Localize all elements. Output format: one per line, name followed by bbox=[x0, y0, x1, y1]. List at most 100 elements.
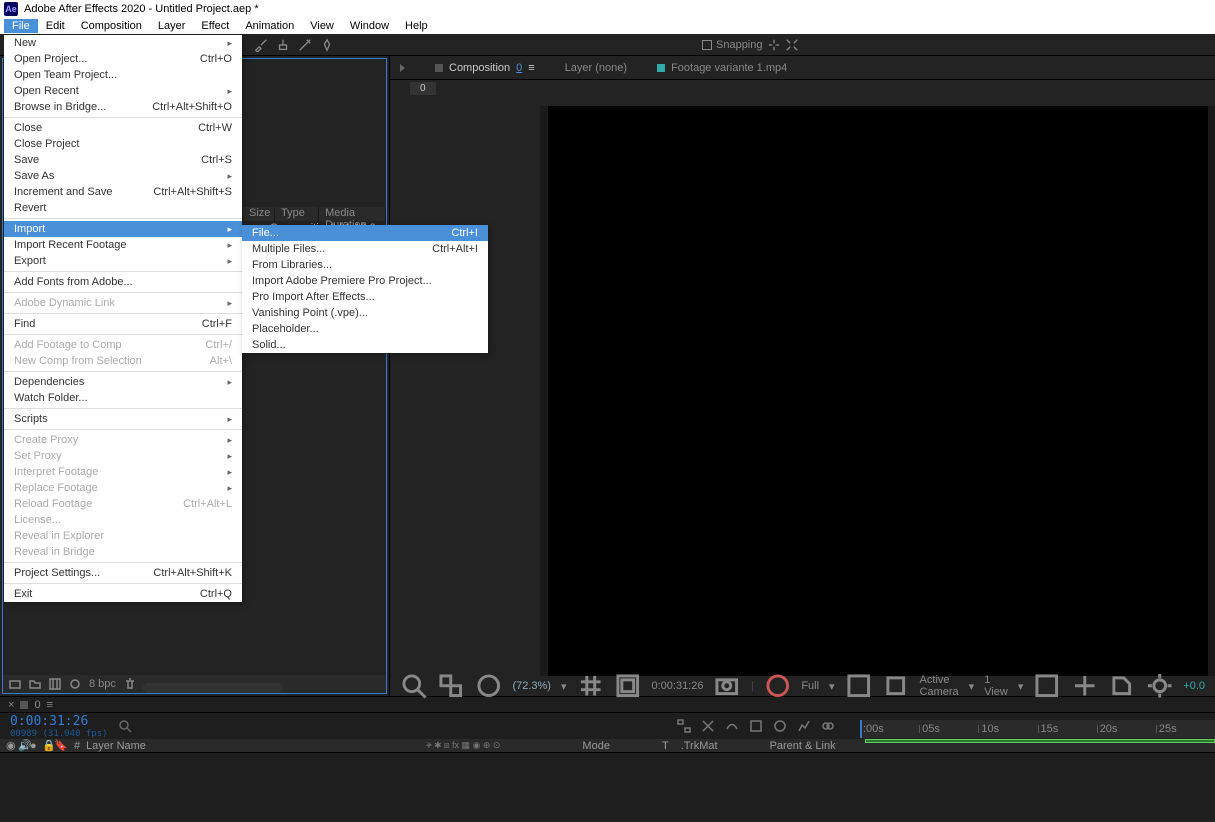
magnify-icon[interactable] bbox=[400, 672, 427, 699]
file-menu-item[interactable]: Export bbox=[4, 253, 242, 269]
file-menu-item[interactable]: Open Team Project... bbox=[4, 67, 242, 83]
menu-effect[interactable]: Effect bbox=[193, 19, 237, 33]
folder-icon[interactable] bbox=[29, 678, 41, 690]
current-time[interactable]: 0:00:31:26 bbox=[10, 714, 108, 729]
tab-menu-icon[interactable]: ≡ bbox=[528, 62, 534, 74]
file-menu-item[interactable]: Close Project bbox=[4, 136, 242, 152]
motion-blur-icon[interactable] bbox=[773, 719, 787, 733]
menu-edit[interactable]: Edit bbox=[38, 19, 73, 33]
timeline-tab[interactable]: 0 bbox=[34, 699, 40, 711]
import-menu-item[interactable]: Placeholder... bbox=[242, 321, 488, 337]
exposure-value[interactable]: +0.0 bbox=[1183, 680, 1205, 692]
snap-expand-icon[interactable] bbox=[785, 38, 799, 52]
exposure-icon[interactable] bbox=[1146, 672, 1173, 699]
file-menu-item[interactable]: Increment and SaveCtrl+Alt+Shift+S bbox=[4, 184, 242, 200]
import-menu-item[interactable]: Solid... bbox=[242, 337, 488, 353]
file-menu-item[interactable]: Dependencies bbox=[4, 374, 242, 390]
file-menu-item[interactable]: Open Project...Ctrl+O bbox=[4, 51, 242, 67]
channel-icon[interactable] bbox=[764, 672, 791, 699]
col-type[interactable]: Type bbox=[275, 207, 319, 221]
stamp-icon[interactable] bbox=[276, 38, 290, 52]
file-menu-item[interactable]: Project Settings...Ctrl+Alt+Shift+K bbox=[4, 565, 242, 581]
snapping-toggle[interactable]: Snapping bbox=[702, 38, 799, 52]
safe-icon[interactable] bbox=[614, 672, 641, 699]
region-icon[interactable] bbox=[882, 672, 909, 699]
import-menu-item[interactable]: From Libraries... bbox=[242, 257, 488, 273]
trash-icon[interactable] bbox=[124, 678, 136, 690]
mask-icon[interactable] bbox=[475, 672, 502, 699]
import-menu-item[interactable]: File...Ctrl+I bbox=[242, 225, 488, 241]
tab-composition[interactable]: Composition 0 ≡ bbox=[435, 62, 535, 74]
file-menu-item[interactable]: Watch Folder... bbox=[4, 390, 242, 406]
col-parent[interactable]: Parent & Link bbox=[764, 740, 842, 752]
scrollbar[interactable] bbox=[143, 683, 283, 693]
solo-col-icon[interactable]: ● bbox=[24, 740, 36, 752]
eye-col-icon[interactable]: ◉ bbox=[0, 739, 12, 752]
menu-help[interactable]: Help bbox=[397, 19, 436, 33]
import-menu-item[interactable]: Pro Import After Effects... bbox=[242, 289, 488, 305]
shy-icon[interactable] bbox=[725, 719, 739, 733]
speaker-col-icon[interactable]: 🔊 bbox=[12, 739, 24, 752]
file-menu-item[interactable]: Import Recent Footage bbox=[4, 237, 242, 253]
draft3d-icon[interactable] bbox=[701, 719, 715, 733]
bpc-label[interactable]: 8 bpc bbox=[89, 678, 116, 690]
work-area-bar[interactable] bbox=[865, 739, 1215, 743]
col-t[interactable]: T bbox=[656, 740, 675, 752]
menu-view[interactable]: View bbox=[302, 19, 342, 33]
fast-icon[interactable] bbox=[1071, 672, 1098, 699]
file-menu-item[interactable]: Open Recent bbox=[4, 83, 242, 99]
menu-composition[interactable]: Composition bbox=[73, 19, 150, 33]
col-size[interactable]: Size bbox=[243, 207, 275, 221]
camera-select[interactable]: Active Camera bbox=[920, 674, 959, 698]
menu-animation[interactable]: Animation bbox=[237, 19, 302, 33]
frame-blend-icon[interactable] bbox=[749, 719, 763, 733]
file-menu-item[interactable]: FindCtrl+F bbox=[4, 316, 242, 332]
file-menu-item[interactable]: Import bbox=[4, 221, 242, 237]
search-icon[interactable] bbox=[118, 719, 132, 733]
wand-icon[interactable] bbox=[298, 38, 312, 52]
grid-icon[interactable] bbox=[577, 672, 604, 699]
file-menu-item[interactable]: CloseCtrl+W bbox=[4, 120, 242, 136]
import-menu-item[interactable]: Multiple Files...Ctrl+Alt+I bbox=[242, 241, 488, 257]
alpha-icon[interactable] bbox=[437, 672, 464, 699]
snapshot-icon[interactable] bbox=[713, 672, 740, 699]
col-duration[interactable]: Media Duration bbox=[319, 207, 386, 221]
view-count[interactable]: 1 View bbox=[984, 674, 1008, 698]
menu-layer[interactable]: Layer bbox=[150, 19, 194, 33]
interpret-icon[interactable] bbox=[9, 678, 21, 690]
file-menu-item[interactable]: Scripts bbox=[4, 411, 242, 427]
tab-menu-icon[interactable]: ≡ bbox=[47, 699, 53, 711]
comp-flowchart-icon[interactable] bbox=[677, 719, 691, 733]
file-menu-item[interactable]: Save As bbox=[4, 168, 242, 184]
resolution-select[interactable]: Full bbox=[801, 680, 819, 692]
graph-icon[interactable] bbox=[797, 719, 811, 733]
file-menu-item[interactable]: Browse in Bridge...Ctrl+Alt+Shift+O bbox=[4, 99, 242, 115]
file-menu-item[interactable]: SaveCtrl+S bbox=[4, 152, 242, 168]
playhead[interactable] bbox=[860, 720, 862, 738]
col-trkmat[interactable]: .TrkMat bbox=[675, 740, 724, 752]
viewer-time[interactable]: 0:00:31:26 bbox=[651, 680, 703, 692]
menu-window[interactable]: Window bbox=[342, 19, 397, 33]
brush-icon[interactable] bbox=[254, 38, 268, 52]
time-ruler[interactable]: :00s 05s 10s 15s 20s 25s bbox=[860, 720, 1215, 738]
breadcrumb-item[interactable]: 0 bbox=[410, 82, 436, 95]
pixel-icon[interactable] bbox=[1033, 672, 1060, 699]
adjust-icon[interactable] bbox=[69, 678, 81, 690]
viewer[interactable] bbox=[540, 106, 1215, 676]
nav-arrow-icon[interactable] bbox=[400, 64, 405, 72]
col-mode[interactable]: Mode bbox=[576, 740, 616, 752]
comp-link[interactable]: 0 bbox=[516, 62, 522, 74]
zoom-pct[interactable]: (72.3%) bbox=[512, 680, 551, 692]
file-menu-item[interactable]: ExitCtrl+Q bbox=[4, 586, 242, 602]
col-layer-name[interactable]: Layer Name bbox=[80, 740, 360, 752]
snap-opts-icon[interactable] bbox=[767, 38, 781, 52]
transparency-icon[interactable] bbox=[845, 672, 872, 699]
file-menu-item[interactable]: New bbox=[4, 35, 242, 51]
close-tab-icon[interactable]: × bbox=[8, 699, 14, 711]
pin-icon[interactable] bbox=[320, 38, 334, 52]
import-menu-item[interactable]: Import Adobe Premiere Pro Project... bbox=[242, 273, 488, 289]
3d-icon[interactable] bbox=[1108, 672, 1135, 699]
file-menu-item[interactable]: Add Fonts from Adobe... bbox=[4, 274, 242, 290]
label-col-icon[interactable]: 🔖 bbox=[48, 739, 68, 752]
tab-layer[interactable]: Layer (none) bbox=[565, 62, 627, 74]
